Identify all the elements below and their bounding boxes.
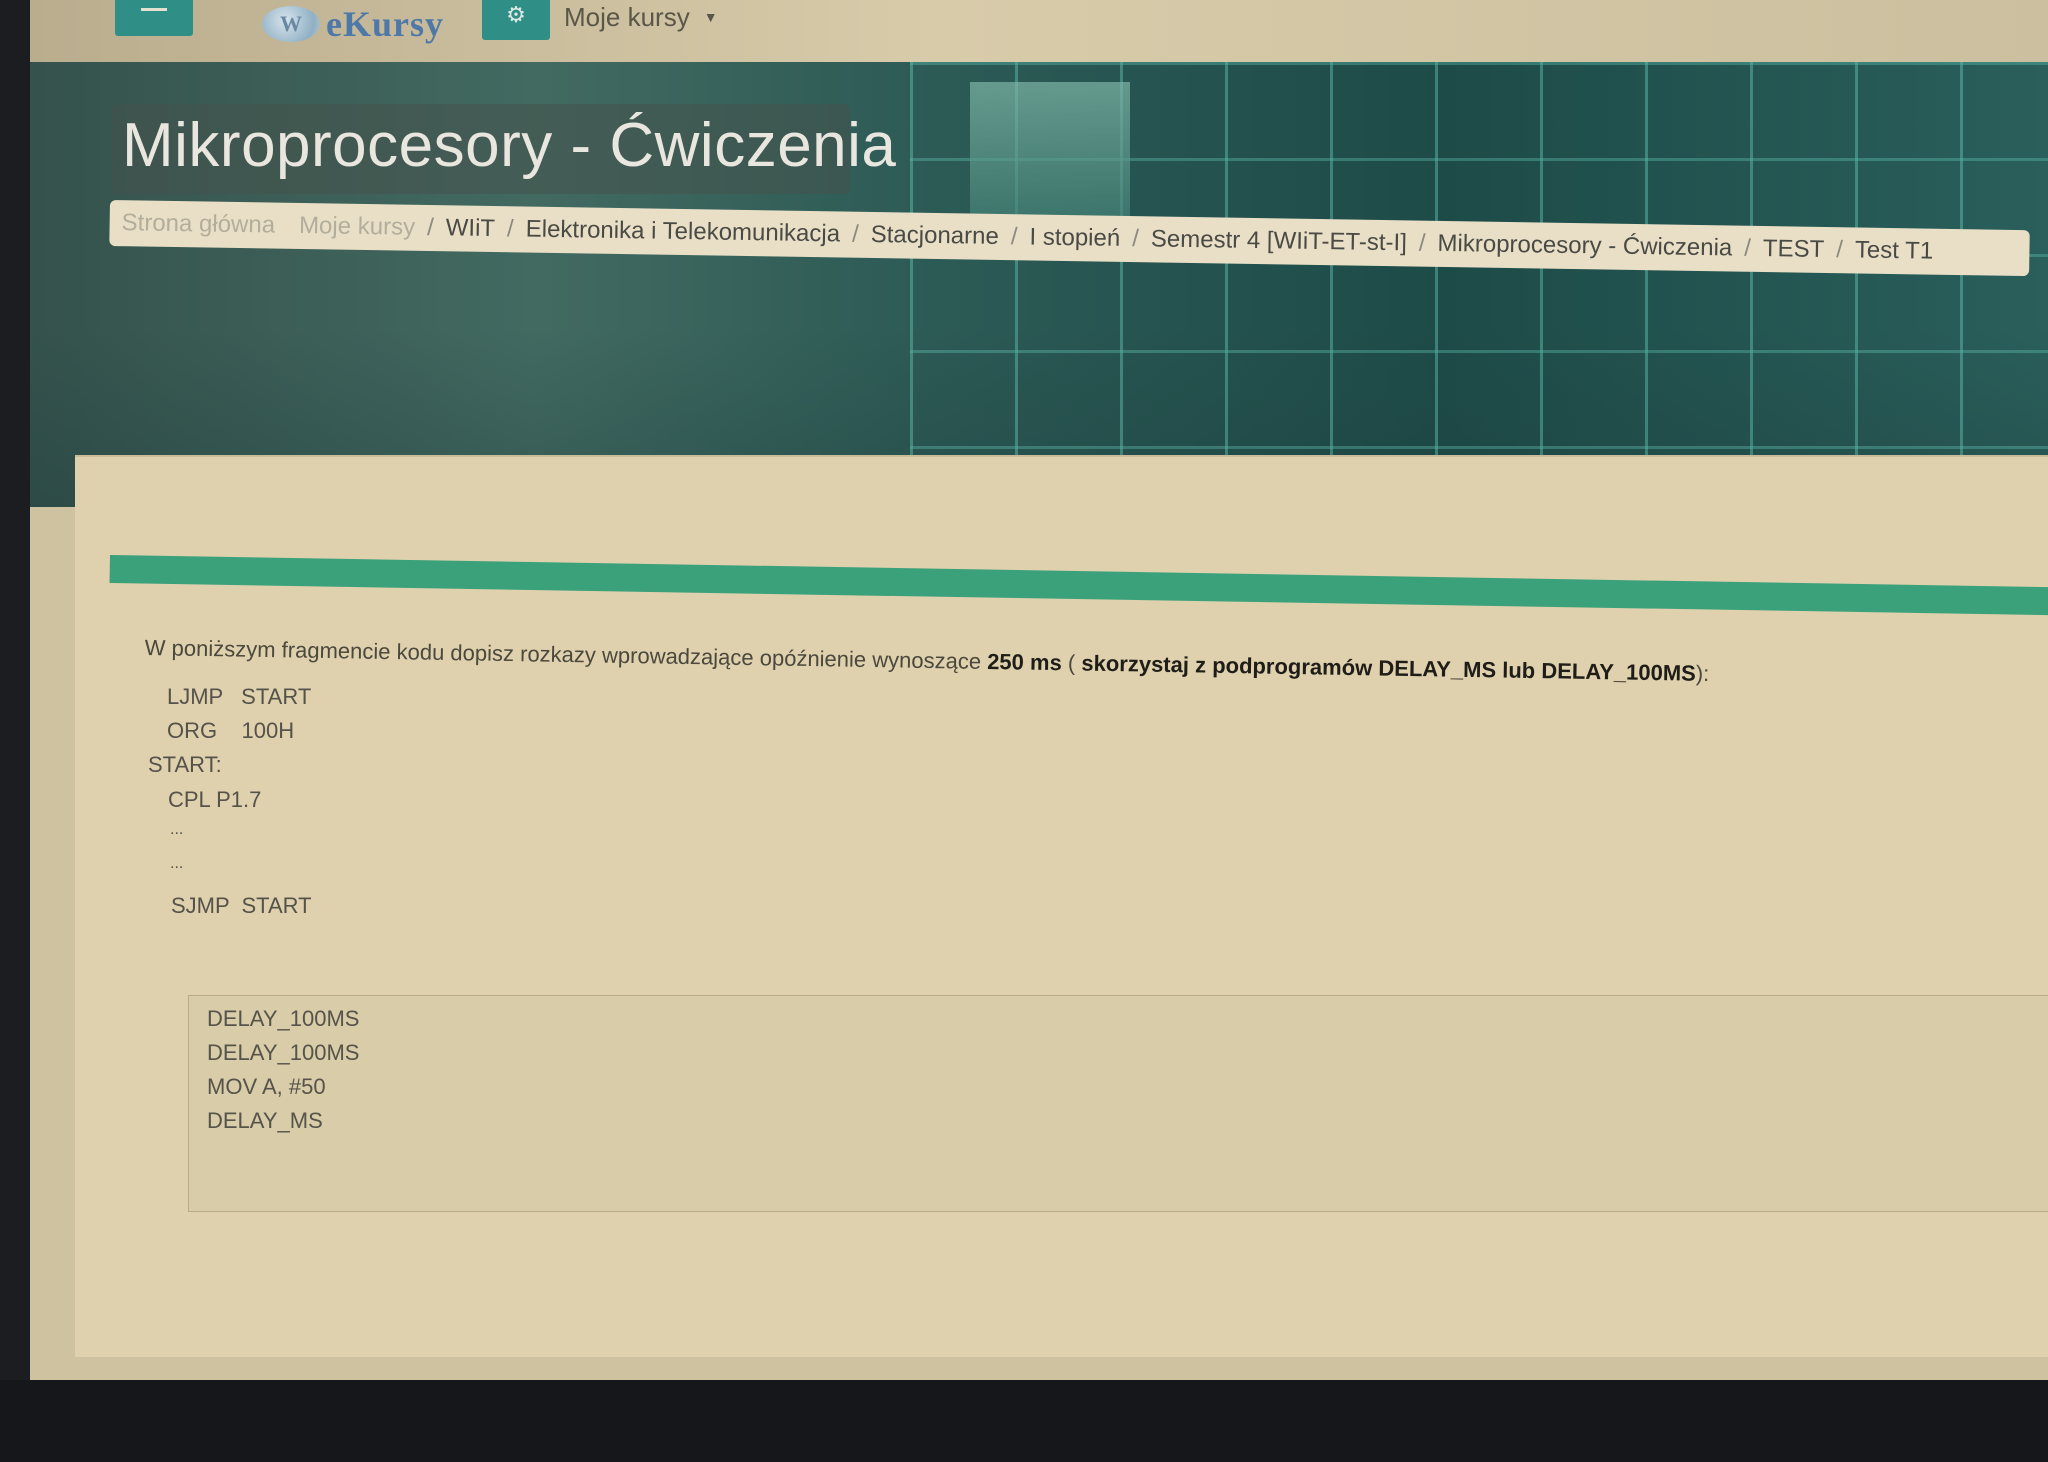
menu-toggle-button[interactable] <box>115 0 193 36</box>
breadcrumb-separator: / <box>426 213 434 242</box>
my-courses-dropdown[interactable]: Moje kursy ▼ <box>564 0 718 34</box>
breadcrumb-my-courses[interactable]: Moje kursy <box>299 212 415 242</box>
cogs-icon: ⚙ <box>506 2 526 27</box>
breadcrumb-course[interactable]: Mikroprocesory - Ćwiczenia <box>1437 230 1732 263</box>
caret-down-icon: ▼ <box>703 9 718 25</box>
breadcrumb-separator: / <box>1418 229 1426 257</box>
banner-window-highlight <box>970 82 1130 232</box>
breadcrumb-level[interactable]: I stopień <box>1029 223 1120 252</box>
code-line: SJMP START <box>171 893 312 918</box>
code-line: ... <box>170 821 184 838</box>
code-line: LJMP START <box>167 684 312 709</box>
my-courses-label: Moje kursy <box>564 1 690 32</box>
logo-emblem-icon: W <box>262 6 320 42</box>
site-logo[interactable]: W eKursy <box>262 2 444 46</box>
code-line: ... <box>170 855 184 872</box>
breadcrumb-home[interactable]: Strona główna <box>121 209 275 239</box>
breadcrumb-mode[interactable]: Stacjonarne <box>871 221 1000 251</box>
top-navbar: W eKursy ⚙ Moje kursy ▼ <box>30 0 2048 63</box>
code-line: START: <box>148 752 222 777</box>
answer-line: MOV A, #50 <box>207 1074 326 1099</box>
question-delay-value: 250 ms <box>986 648 1063 676</box>
answer-textarea[interactable]: DELAY_100MS DELAY_100MS MOV A, #50 DELAY… <box>188 995 2048 1212</box>
question-suffix: ): <box>1695 660 1710 686</box>
browser-screen: W eKursy ⚙ Moje kursy ▼ Mikroprocesory -… <box>30 0 2048 1380</box>
breadcrumb-separator: / <box>1131 225 1140 253</box>
breadcrumb-separator: / <box>1010 223 1018 251</box>
breadcrumb-wiit[interactable]: WIiT <box>446 214 496 243</box>
question-middle: ( <box>1061 650 1082 676</box>
page-title: Mikroprocesory - Ćwiczenia <box>122 111 897 180</box>
code-line: ORG 100H <box>167 718 295 743</box>
breadcrumb-separator: / <box>1836 236 1844 264</box>
answer-line: DELAY_MS <box>207 1108 323 1133</box>
course-header-banner: Mikroprocesory - Ćwiczenia Strona główna… <box>30 62 2048 507</box>
monitor-bezel <box>0 1380 2048 1462</box>
breadcrumb-semester[interactable]: Semestr 4 [WIiT-ET-st-I] <box>1151 225 1407 257</box>
logo-text: eKursy <box>326 4 444 44</box>
breadcrumb-separator: / <box>1744 234 1752 262</box>
breadcrumb-separator: / <box>506 215 514 243</box>
breadcrumb-test-section[interactable]: TEST <box>1763 235 1825 264</box>
breadcrumb-test-t1[interactable]: Test T1 <box>1855 236 1934 265</box>
breadcrumb-separator: / <box>851 220 859 248</box>
answer-line: DELAY_100MS <box>207 1040 360 1065</box>
course-menu-button[interactable]: ⚙ <box>482 0 550 40</box>
hamburger-icon <box>141 8 167 11</box>
breadcrumb-field[interactable]: Elektronika i Telekomunikacja <box>525 216 841 249</box>
answer-line: DELAY_100MS <box>207 1006 360 1031</box>
code-line: CPL P1.7 <box>168 787 262 812</box>
